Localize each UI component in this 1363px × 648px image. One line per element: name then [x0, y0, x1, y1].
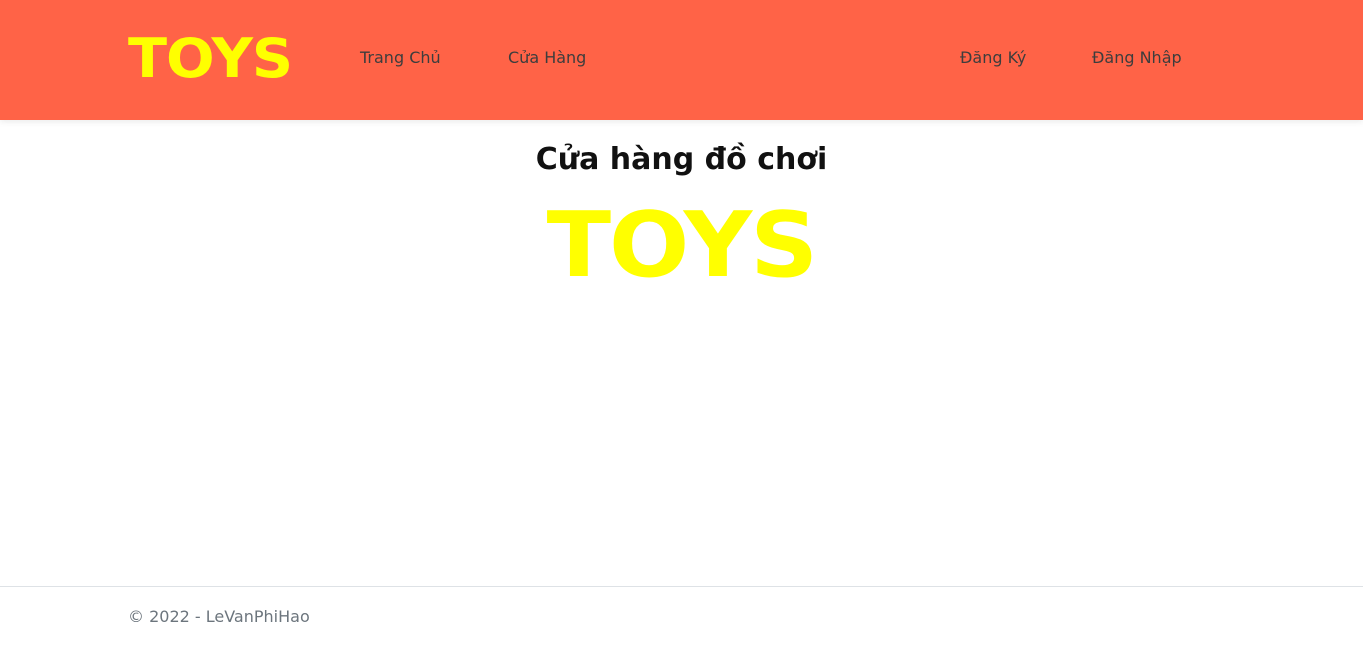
brand-logo[interactable]: TOYS	[128, 32, 293, 86]
page-title: Cửa hàng đồ chơi	[535, 142, 828, 177]
nav-link-login[interactable]: Đăng Nhập	[1092, 48, 1182, 68]
footer: © 2022 - LeVanPhiHao	[0, 586, 1363, 648]
navbar: TOYS Trang Chủ Cửa Hàng Đăng Ký Đăng Nhậ…	[0, 0, 1363, 120]
nav-link-shop[interactable]: Cửa Hàng	[508, 48, 586, 68]
hero-logo-image: TOYS	[0, 200, 1363, 292]
nav-link-home[interactable]: Trang Chủ	[360, 48, 441, 68]
footer-copyright: © 2022 - LeVanPhiHao	[128, 607, 310, 626]
nav-link-register[interactable]: Đăng Ký	[960, 48, 1026, 68]
hero-logo-text: TOYS	[546, 193, 819, 298]
